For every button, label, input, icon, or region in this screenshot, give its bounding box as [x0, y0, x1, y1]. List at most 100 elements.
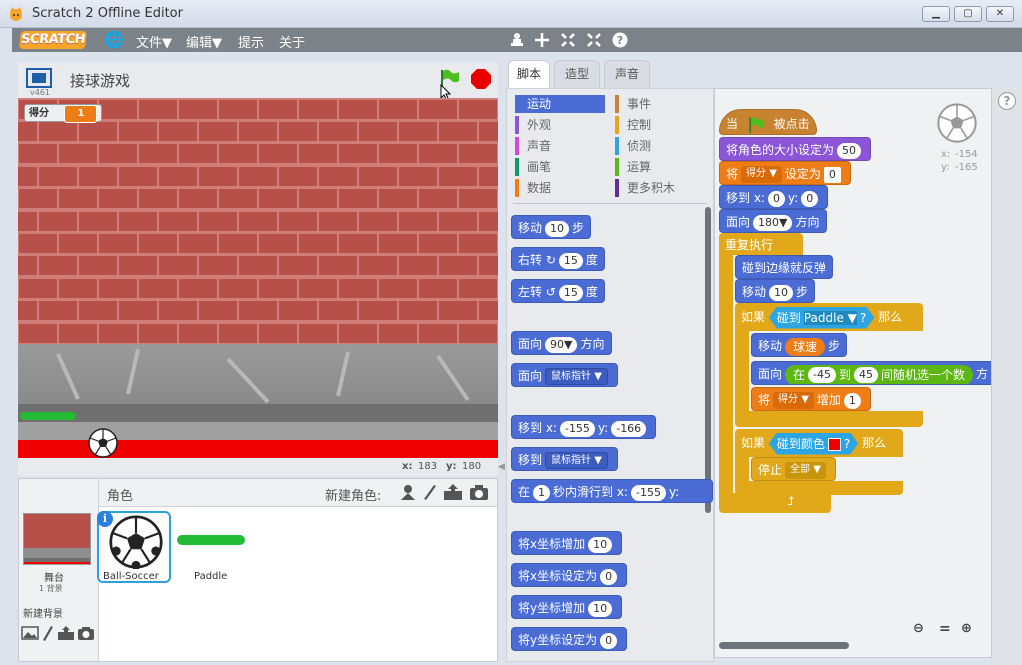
upload-sprite-icon[interactable] — [443, 483, 463, 501]
block-goto-xy[interactable]: 移到 x: -155 y: -166 — [511, 415, 657, 439]
menu-tips[interactable]: 提示 — [238, 32, 264, 51]
block-set-y[interactable]: 将y坐标设定为 0 — [511, 627, 628, 651]
minimize-button[interactable]: ▁ — [922, 6, 950, 22]
category-7[interactable]: 运算 — [615, 158, 705, 176]
script-area[interactable]: x: -154 y: -165 当 被点击 将角色的大小设定为 50 将得分 ▼ 设… — [714, 88, 992, 658]
paddle-thumbnail[interactable] — [177, 535, 245, 545]
collapse-arrow-icon[interactable]: ◀ — [498, 462, 506, 474]
block-glide[interactable]: 在 1 秒内滑行到 x: -155 y: — [511, 479, 713, 503]
choose-backdrop-icon[interactable] — [21, 625, 39, 641]
zoom-reset-icon[interactable]: = — [939, 621, 951, 637]
block-point-towards[interactable]: 面向 鼠标指针 ▼ — [511, 363, 618, 387]
goto-xy-block[interactable]: 移到 x: 0 y: 0 — [719, 185, 829, 209]
stage-canvas[interactable]: 得分 1 — [18, 98, 498, 458]
presentation-mode-icon[interactable] — [26, 68, 52, 88]
camera-backdrop-icon[interactable] — [77, 625, 95, 641]
category-9[interactable]: 更多积木 — [615, 179, 705, 197]
new-sprite-label: 新建角色: — [325, 489, 382, 504]
category-1[interactable]: 事件 — [615, 95, 705, 113]
block-turn-left[interactable]: 左转 ↺ 15 度 — [511, 279, 605, 303]
category-0[interactable]: 运动 — [515, 95, 605, 113]
tab-scripts[interactable]: 脚本 — [508, 60, 550, 88]
category-label: 控制 — [627, 118, 652, 132]
category-color-bar — [615, 158, 619, 176]
block-point-direction[interactable]: 面向 90▼ 方向 — [511, 331, 612, 355]
upload-backdrop-icon[interactable] — [57, 625, 75, 641]
bounce-block[interactable]: 碰到边缘就反弹 — [735, 255, 834, 279]
category-3[interactable]: 控制 — [615, 116, 705, 134]
choose-sprite-icon[interactable] — [399, 483, 417, 501]
block-set-x[interactable]: 将x坐标设定为 0 — [511, 563, 628, 587]
brick — [459, 323, 497, 343]
camera-sprite-icon[interactable] — [469, 483, 489, 501]
block-change-y[interactable]: 将y坐标增加 10 — [511, 595, 623, 619]
category-8[interactable]: 数据 — [515, 179, 605, 197]
menu-edit[interactable]: 编辑▼ — [186, 32, 222, 51]
menu-file[interactable]: 文件▼ — [136, 32, 172, 51]
script-hscrollbar[interactable] — [719, 642, 849, 649]
brick — [79, 121, 117, 141]
soccer-ball-sprite[interactable] — [88, 428, 118, 458]
move-block[interactable]: 移动 10 步 — [735, 279, 816, 303]
delete-tool-icon[interactable] — [533, 31, 551, 49]
stop-sign-icon[interactable] — [470, 68, 492, 90]
variable-monitor[interactable]: 得分 1 — [24, 104, 103, 123]
category-2[interactable]: 外观 — [515, 116, 605, 134]
scratch-logo[interactable]: SCRATCH — [19, 31, 87, 49]
current-sprite-preview — [937, 103, 977, 143]
palette-divider — [513, 203, 707, 204]
brick — [239, 211, 277, 231]
sprite-tile-ball[interactable]: i Ball-Soccer — [97, 511, 171, 583]
tab-costumes[interactable]: 造型 — [554, 60, 600, 88]
category-4[interactable]: 声音 — [515, 137, 605, 155]
stop-block[interactable]: 停止 全部 ▼ — [751, 457, 836, 481]
menu-about[interactable]: 关于 — [279, 32, 305, 51]
stage-thumbnail[interactable] — [23, 513, 91, 565]
category-5[interactable]: 侦测 — [615, 137, 705, 155]
point-direction-block[interactable]: 面向 180▼ 方向 — [719, 209, 827, 233]
palette-scrollbar[interactable] — [705, 207, 711, 513]
tab-sounds[interactable]: 声音 — [604, 60, 650, 88]
zoom-in-icon[interactable]: ⊕ — [961, 621, 972, 636]
move-speed-block[interactable]: 移动 球速步 — [751, 333, 848, 357]
project-title[interactable]: 接球游戏 — [70, 70, 130, 91]
set-variable-block[interactable]: 将得分 ▼ 设定为 0 — [719, 161, 851, 185]
block-turn-right[interactable]: 右转 ↻ 15 度 — [511, 247, 605, 271]
grow-tool-icon[interactable] — [559, 31, 577, 49]
when-flag-clicked-block[interactable]: 当 被点击 — [719, 109, 817, 135]
block-move[interactable]: 移动 10 步 — [511, 215, 592, 239]
brick — [299, 278, 337, 298]
sprite-name-paddle[interactable]: Paddle — [194, 571, 227, 582]
brick — [399, 121, 437, 141]
set-size-block[interactable]: 将角色的大小设定为 50 — [719, 137, 872, 161]
point-random-block[interactable]: 面向在 -45 到 45 间随机选一个数方 — [751, 361, 991, 385]
brick-row — [18, 210, 498, 232]
globe-icon[interactable]: 🌐 — [104, 31, 124, 49]
help-tool-icon[interactable]: ? — [611, 31, 629, 49]
brick-row — [18, 120, 498, 142]
duplicate-tool-icon[interactable] — [508, 31, 526, 49]
brick — [18, 256, 37, 276]
category-color-bar — [515, 158, 519, 176]
paint-backdrop-icon[interactable] — [41, 625, 55, 641]
brick — [419, 99, 457, 119]
category-6[interactable]: 画笔 — [515, 158, 605, 176]
brick — [39, 121, 77, 141]
brick — [19, 278, 57, 298]
brick — [479, 166, 498, 186]
paint-sprite-icon[interactable] — [421, 483, 439, 501]
brick — [399, 301, 437, 321]
brick — [119, 166, 157, 186]
brick — [359, 166, 397, 186]
brick — [279, 256, 317, 276]
close-button[interactable]: ✕ — [986, 6, 1014, 22]
shrink-tool-icon[interactable] — [585, 31, 603, 49]
paddle-sprite[interactable] — [20, 412, 76, 420]
maximize-button[interactable]: ▢ — [954, 6, 982, 22]
block-goto[interactable]: 移到 鼠标指针 ▼ — [511, 447, 618, 471]
block-change-x[interactable]: 将x坐标增加 10 — [511, 531, 623, 555]
help-icon[interactable]: ? — [998, 92, 1016, 110]
change-variable-block[interactable]: 将得分 ▼ 增加 1 — [751, 387, 871, 411]
zoom-out-icon[interactable]: ⊖ — [913, 621, 924, 636]
forever-bottom — [719, 493, 831, 513]
